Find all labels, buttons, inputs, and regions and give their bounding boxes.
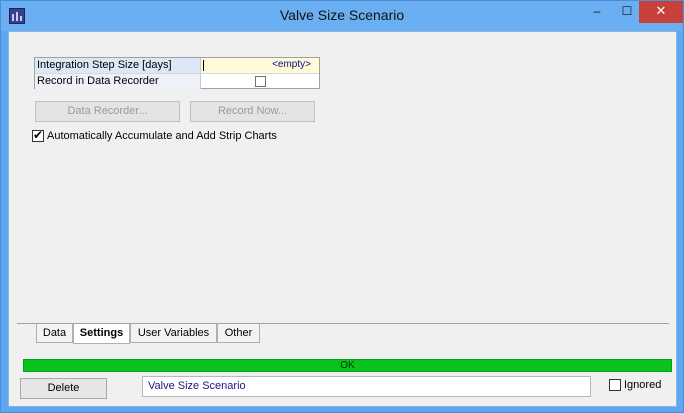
property-row: Integration Step Size [days] <empty>	[35, 58, 319, 73]
ignored-label: Ignored	[624, 379, 662, 392]
auto-accumulate-option[interactable]: ✔ Automatically Accumulate and Add Strip …	[32, 128, 277, 144]
minimize-button[interactable]: –	[583, 1, 611, 23]
title-bar[interactable]: Valve Size Scenario – ☐ ✕	[1, 1, 683, 31]
tab-data[interactable]: Data	[36, 324, 73, 343]
app-window: Valve Size Scenario – ☐ ✕ Integration St…	[0, 0, 684, 413]
close-button[interactable]: ✕	[639, 1, 683, 23]
auto-accumulate-checkbox[interactable]: ✔	[32, 128, 44, 143]
window-title: Valve Size Scenario	[279, 7, 405, 23]
settings-panel: Integration Step Size [days] <empty> Rec…	[17, 40, 669, 323]
property-value: <empty>	[272, 59, 311, 70]
data-recorder-button[interactable]: Data Recorder...	[35, 101, 180, 122]
maximize-button[interactable]: ☐	[613, 1, 641, 23]
integration-step-size-input[interactable]: <empty>	[201, 58, 319, 73]
tab-settings[interactable]: Settings	[73, 324, 130, 344]
dialog-client-area: Integration Step Size [days] <empty> Rec…	[8, 31, 677, 407]
property-name[interactable]: Record in Data Recorder	[35, 74, 201, 89]
tab-user-variables[interactable]: User Variables	[130, 324, 217, 343]
tab-other[interactable]: Other	[217, 324, 260, 343]
record-in-data-recorder-checkbox[interactable]	[255, 76, 266, 87]
property-grid: Integration Step Size [days] <empty> Rec…	[34, 57, 320, 89]
delete-button[interactable]: Delete	[20, 378, 107, 399]
record-now-button[interactable]: Record Now...	[190, 101, 315, 122]
property-row: Record in Data Recorder	[35, 73, 319, 89]
record-in-data-recorder-cell[interactable]	[201, 74, 319, 89]
ignored-checkbox[interactable]	[609, 379, 621, 392]
status-bar: OK	[23, 359, 672, 372]
ignored-option[interactable]: Ignored	[609, 379, 662, 392]
text-caret	[203, 60, 204, 71]
scenario-name-field[interactable]: Valve Size Scenario	[142, 376, 591, 397]
property-name[interactable]: Integration Step Size [days]	[35, 58, 201, 73]
checkmark-icon: ✔	[33, 128, 44, 143]
auto-accumulate-label: Automatically Accumulate and Add Strip C…	[47, 130, 277, 143]
